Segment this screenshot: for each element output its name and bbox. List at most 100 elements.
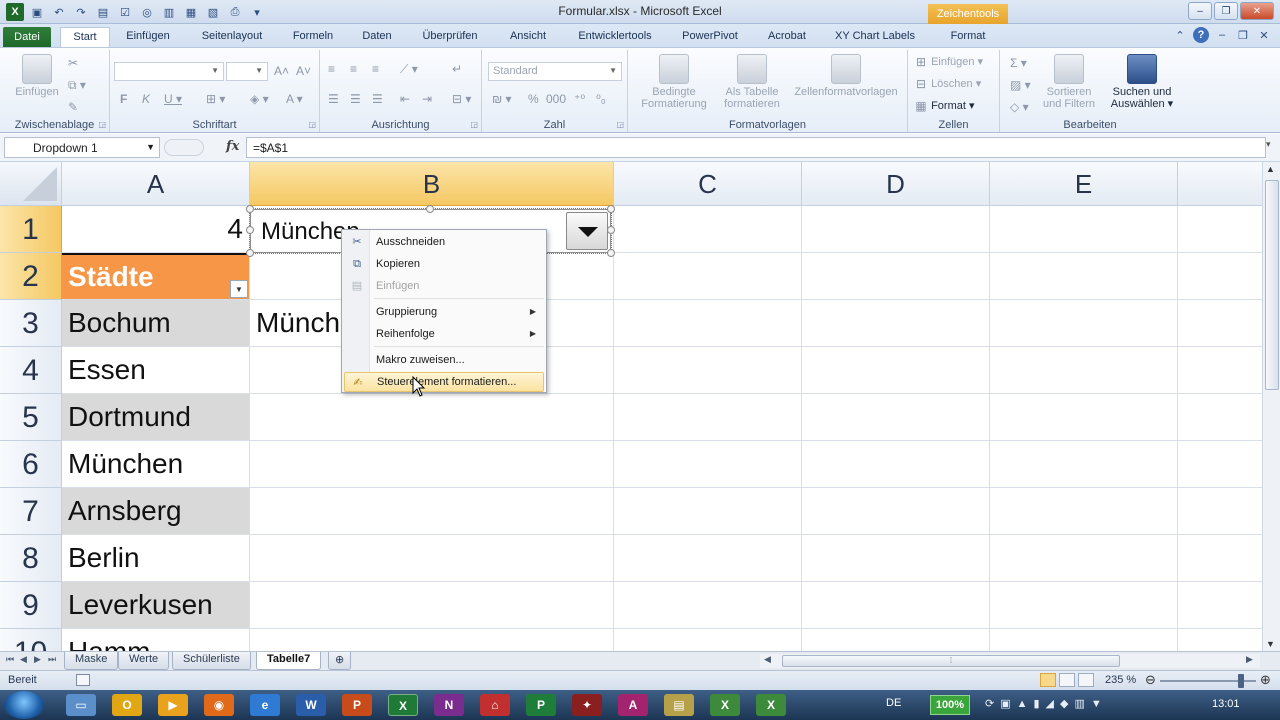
- scroll-left-icon[interactable]: ◀: [764, 654, 771, 665]
- align-left-icon[interactable]: ☰: [328, 92, 339, 106]
- tab-review[interactable]: Überprüfen: [412, 28, 488, 47]
- page-break-view-icon[interactable]: [1078, 673, 1094, 687]
- sheet-tab-tabelle7[interactable]: Tabelle7: [256, 652, 322, 670]
- macro-record-icon[interactable]: [76, 674, 90, 686]
- border-icon[interactable]: ⊞ ▾: [206, 92, 225, 106]
- cut-icon[interactable]: ✂: [68, 56, 78, 70]
- customize-qat-icon[interactable]: ▾: [248, 3, 266, 21]
- clear-icon[interactable]: ◇ ▾: [1010, 100, 1029, 114]
- cell-a2[interactable]: Städte ▼: [62, 253, 249, 299]
- resize-handle[interactable]: [607, 205, 615, 213]
- checkbox-icon[interactable]: ☑: [116, 3, 134, 21]
- orientation-icon[interactable]: ⟋ ▾: [400, 62, 418, 77]
- minimize-icon[interactable]: –: [1188, 2, 1212, 20]
- cell-a6[interactable]: München: [62, 441, 249, 487]
- insert-function-icon[interactable]: fx: [226, 139, 239, 154]
- dialog-launcher-icon[interactable]: ◲: [308, 120, 316, 129]
- tab-acrobat[interactable]: Acrobat: [758, 28, 816, 47]
- last-sheet-icon[interactable]: ⏭: [48, 654, 56, 665]
- next-sheet-icon[interactable]: ▶: [34, 654, 41, 665]
- expand-formula-bar-icon[interactable]: ▾: [1266, 139, 1278, 156]
- word-icon[interactable]: W: [296, 694, 326, 716]
- cell-styles-button[interactable]: Zellenformatvorlagen: [788, 54, 904, 98]
- close-icon[interactable]: ✕: [1240, 2, 1274, 20]
- cell-a9[interactable]: Leverkusen: [62, 582, 249, 628]
- row-header-8[interactable]: 8: [0, 535, 62, 582]
- layout-icon[interactable]: ▧: [204, 3, 222, 21]
- tab-page-layout[interactable]: Seitenlayout: [192, 28, 272, 47]
- resize-handle[interactable]: [246, 226, 254, 234]
- shrink-font-icon[interactable]: A˅: [296, 64, 311, 78]
- resize-handle[interactable]: [607, 226, 615, 234]
- start-button[interactable]: [4, 691, 44, 719]
- borders-icon[interactable]: ▦: [182, 3, 200, 21]
- align-middle-icon[interactable]: ≡: [350, 62, 357, 76]
- dropdown-arrow-button[interactable]: [566, 212, 608, 250]
- cell-a1[interactable]: 4: [62, 206, 249, 252]
- powerpoint-icon[interactable]: P: [342, 694, 372, 716]
- cell-a7[interactable]: Arnsberg: [62, 488, 249, 534]
- format-as-table-button[interactable]: Als Tabelle formatieren: [716, 54, 788, 110]
- worksheet-grid[interactable]: A B C D E 1 2 3 4 5 6 7 8 9 10 4 Städte …: [0, 162, 1262, 651]
- firefox-icon[interactable]: ◉: [204, 694, 234, 716]
- find-select-button[interactable]: Suchen und Auswählen ▾: [1106, 54, 1178, 110]
- formula-input[interactable]: =$A$1: [246, 137, 1266, 158]
- cell-a3[interactable]: Bochum: [62, 300, 249, 346]
- minimize-ribbon-icon[interactable]: ⌃: [1172, 27, 1188, 43]
- excel-icon[interactable]: X: [388, 694, 418, 716]
- tab-format[interactable]: Format: [934, 28, 1002, 47]
- column-header-e[interactable]: E: [990, 162, 1178, 206]
- italic-icon[interactable]: K: [142, 92, 150, 106]
- resize-handle[interactable]: [426, 205, 434, 213]
- row-header-2[interactable]: 2: [0, 253, 62, 300]
- column-header-d[interactable]: D: [802, 162, 990, 206]
- tab-powerpivot[interactable]: PowerPivot: [674, 28, 746, 47]
- doc-restore-icon[interactable]: ❐: [1235, 27, 1251, 43]
- row-header-1[interactable]: 1: [0, 206, 62, 253]
- excel-window-icon[interactable]: X: [756, 694, 786, 716]
- normal-view-icon[interactable]: [1040, 673, 1056, 687]
- tab-file[interactable]: Datei: [3, 27, 51, 47]
- tab-xy-chart-labels[interactable]: XY Chart Labels: [828, 28, 922, 47]
- fill-color-icon[interactable]: ◈ ▾: [250, 92, 269, 106]
- language-indicator[interactable]: DE: [886, 697, 901, 709]
- row-header-6[interactable]: 6: [0, 441, 62, 488]
- doc-minimize-icon[interactable]: –: [1214, 27, 1230, 43]
- number-format-combo[interactable]: Standard ▼: [488, 62, 622, 81]
- form-icon[interactable]: ▤: [94, 3, 112, 21]
- scroll-up-icon[interactable]: ▲: [1266, 164, 1275, 174]
- publisher-icon[interactable]: P: [526, 694, 556, 716]
- access-icon[interactable]: A: [618, 694, 648, 716]
- zoom-slider-knob[interactable]: [1238, 674, 1244, 688]
- resize-handle[interactable]: [246, 205, 254, 213]
- explorer-icon[interactable]: ▭: [66, 694, 96, 716]
- row-header-7[interactable]: 7: [0, 488, 62, 535]
- vertical-scrollbar[interactable]: ▲ ▼: [1262, 162, 1280, 651]
- excel-logo-icon[interactable]: X: [6, 3, 24, 21]
- tab-formulas[interactable]: Formeln: [284, 28, 342, 47]
- column-header-b[interactable]: B: [250, 162, 614, 206]
- increase-decimal-icon[interactable]: ⁺⁰: [574, 92, 585, 106]
- clipboard-icon[interactable]: ▥: [160, 3, 178, 21]
- increase-indent-icon[interactable]: ⇥: [422, 92, 432, 106]
- menu-item-grouping[interactable]: Gruppierung ▶: [344, 302, 544, 322]
- align-center-icon[interactable]: ☰: [350, 92, 361, 106]
- zoom-in-icon[interactable]: ⊕: [1260, 672, 1271, 688]
- conditional-formatting-button[interactable]: Bedingte Formatierung: [632, 54, 716, 110]
- font-color-icon[interactable]: A ▾: [286, 92, 303, 106]
- bold-icon[interactable]: F: [120, 92, 127, 106]
- menu-item-cut[interactable]: ✂ Ausschneiden: [344, 232, 544, 252]
- fill-icon[interactable]: ▨ ▾: [1010, 78, 1031, 92]
- menu-item-assign-macro[interactable]: Makro zuweisen...: [344, 350, 544, 370]
- clock[interactable]: 13:01: [1212, 698, 1240, 710]
- sheet-tab-werte[interactable]: Werte: [118, 652, 170, 670]
- page-layout-view-icon[interactable]: [1059, 673, 1075, 687]
- resize-handle[interactable]: [607, 249, 615, 257]
- app-icon[interactable]: ✦: [572, 694, 602, 716]
- tab-view[interactable]: Ansicht: [500, 28, 556, 47]
- print-icon[interactable]: ⎙: [226, 3, 244, 21]
- tab-start[interactable]: Start: [60, 27, 110, 48]
- format-cells-button[interactable]: ▦ Format ▾: [914, 100, 974, 112]
- column-header-c[interactable]: C: [614, 162, 802, 206]
- scroll-right-icon[interactable]: ▶: [1246, 654, 1253, 665]
